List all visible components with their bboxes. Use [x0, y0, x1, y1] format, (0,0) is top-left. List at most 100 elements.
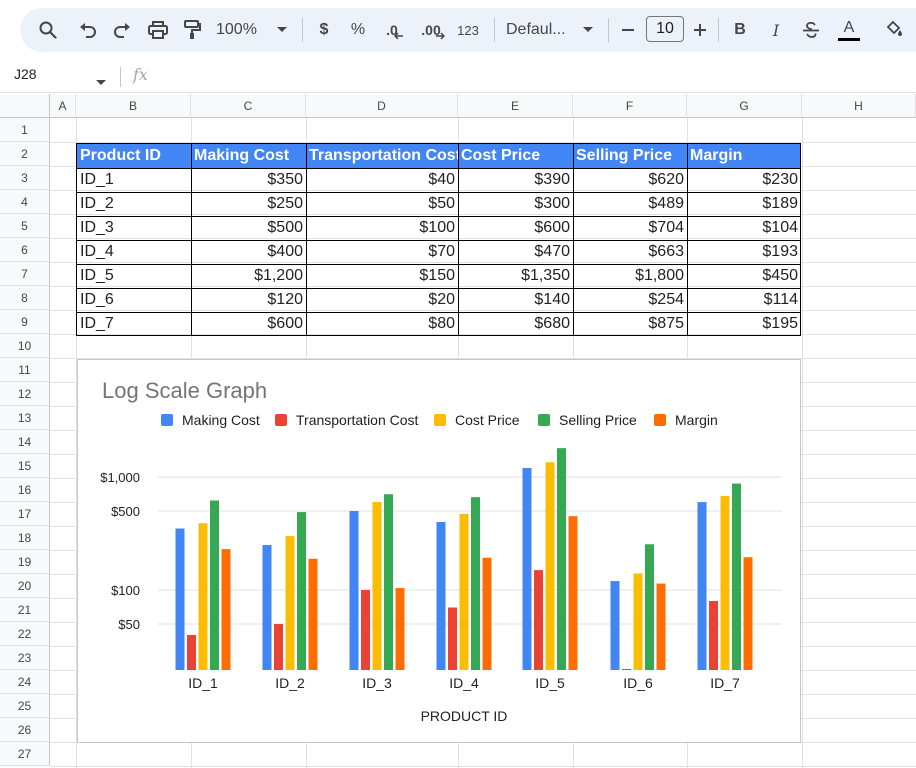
table-cell-value[interactable]: $470 — [458, 240, 573, 264]
table-cell-value[interactable]: $620 — [573, 168, 687, 192]
row-header[interactable]: 11 — [0, 358, 50, 382]
column-header-a[interactable]: A — [50, 94, 76, 118]
row-header[interactable]: 8 — [0, 286, 50, 310]
decrease-decimal-button[interactable]: .0 — [380, 14, 410, 46]
header-cell-selling-price[interactable]: Selling Price — [573, 144, 687, 168]
table-cell-value[interactable]: $193 — [687, 240, 801, 264]
row-header[interactable]: 18 — [0, 526, 50, 550]
row-header[interactable]: 2 — [0, 142, 50, 166]
row-header[interactable]: 21 — [0, 598, 50, 622]
table-cell-value[interactable]: $1,350 — [458, 264, 573, 288]
search-menus-icon[interactable] — [34, 14, 62, 46]
table-cell-product-id[interactable]: ID_2 — [77, 192, 191, 216]
row-header[interactable]: 14 — [0, 430, 50, 454]
row-header[interactable]: 7 — [0, 262, 50, 286]
chart[interactable]: Log Scale Graph Making Cost Transportatio… — [77, 359, 801, 743]
row-header[interactable]: 1 — [0, 118, 50, 142]
header-cell-cost-price[interactable]: Cost Price — [458, 144, 573, 168]
table-cell-value[interactable]: $40 — [306, 168, 458, 192]
currency-format-button[interactable]: $ — [312, 14, 336, 46]
row-header[interactable]: 3 — [0, 166, 50, 190]
row-header[interactable]: 19 — [0, 550, 50, 574]
table-cell-value[interactable]: $400 — [191, 240, 306, 264]
table-cell-value[interactable]: $150 — [306, 264, 458, 288]
table-cell-value[interactable]: $300 — [458, 192, 573, 216]
header-cell-making-cost[interactable]: Making Cost — [191, 144, 306, 168]
table-cell-value[interactable]: $680 — [458, 312, 573, 336]
row-header[interactable]: 13 — [0, 406, 50, 430]
row-header[interactable]: 6 — [0, 238, 50, 262]
table-cell-product-id[interactable]: ID_6 — [77, 288, 191, 312]
row-header[interactable]: 25 — [0, 694, 50, 718]
row-header[interactable]: 24 — [0, 670, 50, 694]
row-header[interactable]: 26 — [0, 718, 50, 742]
column-header-e[interactable]: E — [458, 94, 573, 118]
table-cell-value[interactable]: $875 — [573, 312, 687, 336]
zoom-dropdown-icon[interactable] — [274, 14, 290, 46]
row-header[interactable]: 23 — [0, 646, 50, 670]
table-cell-product-id[interactable]: ID_5 — [77, 264, 191, 288]
decrease-font-size-icon[interactable] — [618, 14, 638, 46]
print-icon[interactable] — [144, 14, 172, 46]
table-cell-value[interactable]: $50 — [306, 192, 458, 216]
font-size-input[interactable]: 10 — [646, 16, 684, 42]
table-cell-value[interactable]: $489 — [573, 192, 687, 216]
table-cell-value[interactable]: $80 — [306, 312, 458, 336]
number-format-button[interactable]: 123 — [454, 14, 482, 46]
column-header-d[interactable]: D — [306, 94, 458, 118]
table-cell-value[interactable]: $195 — [687, 312, 801, 336]
increase-decimal-button[interactable]: .00 — [418, 14, 448, 46]
font-family-select[interactable]: Defaul... — [506, 14, 572, 46]
table-cell-value[interactable]: $500 — [191, 216, 306, 240]
redo-icon[interactable] — [108, 14, 136, 46]
header-cell-transportation-cost[interactable]: Transportation Cost — [306, 144, 458, 168]
column-header-b[interactable]: B — [76, 94, 191, 118]
table-cell-value[interactable]: $70 — [306, 240, 458, 264]
font-dropdown-icon[interactable] — [580, 14, 596, 46]
row-header[interactable]: 15 — [0, 454, 50, 478]
text-color-button[interactable]: A — [836, 14, 862, 46]
strikethrough-icon[interactable] — [798, 14, 824, 46]
column-header-h[interactable]: H — [802, 94, 916, 118]
table-cell-value[interactable]: $663 — [573, 240, 687, 264]
row-header[interactable]: 12 — [0, 382, 50, 406]
table-cell-value[interactable]: $104 — [687, 216, 801, 240]
zoom-select[interactable]: 100% — [216, 14, 268, 46]
fill-color-icon[interactable] — [880, 14, 908, 46]
bold-button[interactable]: B — [728, 14, 752, 46]
table-cell-value[interactable]: $1,200 — [191, 264, 306, 288]
paint-format-icon[interactable] — [178, 14, 206, 46]
increase-font-size-icon[interactable] — [690, 14, 710, 46]
row-header[interactable]: 10 — [0, 334, 50, 358]
table-cell-value[interactable]: $189 — [687, 192, 801, 216]
row-header[interactable]: 9 — [0, 310, 50, 334]
row-header[interactable]: 27 — [0, 742, 50, 766]
table-cell-value[interactable]: $140 — [458, 288, 573, 312]
undo-icon[interactable] — [74, 14, 102, 46]
column-header-g[interactable]: G — [687, 94, 802, 118]
table-cell-value[interactable]: $254 — [573, 288, 687, 312]
table-cell-product-id[interactable]: ID_1 — [77, 168, 191, 192]
row-header[interactable]: 22 — [0, 622, 50, 646]
table-cell-value[interactable]: $100 — [306, 216, 458, 240]
table-cell-value[interactable]: $390 — [458, 168, 573, 192]
percent-format-button[interactable]: % — [346, 14, 370, 46]
table-cell-value[interactable]: $600 — [458, 216, 573, 240]
name-box[interactable]: J28 — [14, 66, 37, 82]
column-header-c[interactable]: C — [191, 94, 306, 118]
column-header-f[interactable]: F — [573, 94, 687, 118]
row-header[interactable]: 16 — [0, 478, 50, 502]
header-cell-product-id[interactable]: Product ID — [77, 144, 191, 168]
row-header[interactable]: 5 — [0, 214, 50, 238]
table-cell-value[interactable]: $20 — [306, 288, 458, 312]
select-all-corner[interactable] — [0, 94, 50, 118]
table-cell-value[interactable]: $350 — [191, 168, 306, 192]
table-cell-value[interactable]: $230 — [687, 168, 801, 192]
table-cell-value[interactable]: $450 — [687, 264, 801, 288]
table-cell-product-id[interactable]: ID_7 — [77, 312, 191, 336]
header-cell-margin[interactable]: Margin — [687, 144, 801, 168]
row-header[interactable]: 20 — [0, 574, 50, 598]
table-cell-value[interactable]: $600 — [191, 312, 306, 336]
table-cell-value[interactable]: $250 — [191, 192, 306, 216]
table-cell-value[interactable]: $114 — [687, 288, 801, 312]
